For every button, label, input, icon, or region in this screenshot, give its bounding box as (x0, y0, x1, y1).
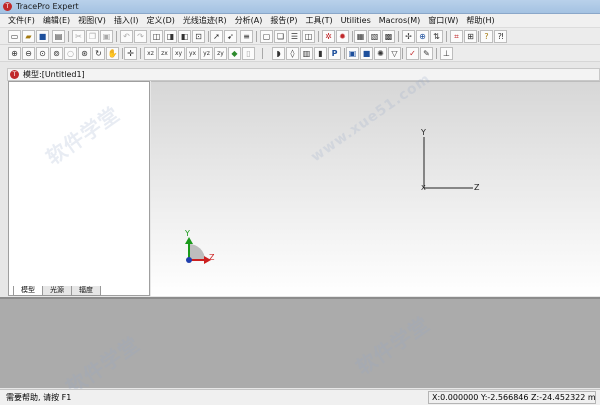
zoom-window-icon[interactable]: ⊙ (36, 47, 49, 60)
flux-report-icon[interactable]: ⊞ (464, 30, 477, 43)
insert-element-icon[interactable]: ◫ (150, 30, 163, 43)
select-arrow-icon[interactable]: ➚ (210, 30, 223, 43)
measure-icon[interactable]: ✎ (420, 47, 433, 60)
menu-view[interactable]: 视图(V) (74, 15, 110, 27)
menu-edit[interactable]: 编辑(E) (39, 15, 74, 27)
raytrace-icon[interactable]: ✲ (322, 30, 335, 43)
hidden-line-icon[interactable]: ▥ (300, 47, 313, 60)
triad-y-label: Y (184, 229, 190, 238)
rotate-icon[interactable]: ↻ (92, 47, 105, 60)
view-zx-icon[interactable]: zx (158, 47, 171, 60)
properties-icon[interactable]: ≡ (240, 30, 253, 43)
view-zy-icon[interactable]: zy (214, 47, 227, 60)
document-icon: T (10, 70, 19, 79)
menu-tools[interactable]: 工具(T) (301, 15, 336, 27)
menu-file[interactable]: 文件(F) (4, 15, 39, 27)
wireframe-icon[interactable]: ◊ (286, 47, 299, 60)
status-bar: 需要帮助, 请按 F1 X:0.000000 Y:-2.566846 Z:-24… (0, 389, 600, 405)
ray-sort-icon[interactable]: ⇅ (430, 30, 443, 43)
open-folder-icon[interactable]: ▰ (22, 30, 35, 43)
menu-define[interactable]: 定义(D) (142, 15, 178, 27)
cut-icon[interactable]: ✂ (72, 30, 85, 43)
view-iso-icon[interactable]: ◆ (228, 47, 241, 60)
main-toolbar: ▭ ▰ ■ ▤ ✂ ❐ ▣ ↶ ↷ ◫ ◨ ◧ ⊡ ➚ ➹ ≡ ▢ ❏ ☰ ◫ … (0, 28, 600, 45)
report-icon[interactable]: ⌗ (450, 30, 463, 43)
menu-insert[interactable]: 插入(I) (110, 15, 143, 27)
status-coordinates: X:0.000000 Y:-2.566846 Z:-24.452322 mm (428, 391, 596, 404)
zoom-out-icon[interactable]: ⊖ (22, 47, 35, 60)
zoom-all-icon[interactable]: ⊚ (50, 47, 63, 60)
document-title: 模型:[Untitled1] (23, 70, 85, 79)
menu-utilities[interactable]: Utilities (337, 15, 375, 27)
target-icon[interactable]: ⊕ (416, 30, 429, 43)
tile-vertical-icon[interactable]: ◫ (302, 30, 315, 43)
menu-window[interactable]: 窗口(W) (424, 15, 462, 27)
zoom-in-icon[interactable]: ⊕ (8, 47, 21, 60)
menu-bar: 文件(F) 编辑(E) 视图(V) 插入(I) 定义(D) 光线追迹(R) 分析… (0, 14, 600, 28)
view-xy-icon[interactable]: xy (172, 47, 185, 60)
zoom-previous-icon[interactable]: ○ (64, 47, 77, 60)
gear-render-icon[interactable]: ✺ (374, 47, 387, 60)
insert-surface-icon[interactable]: ◨ (164, 30, 177, 43)
cascade-window-icon[interactable]: ❏ (274, 30, 287, 43)
macro-record-icon[interactable]: ⊥ (440, 47, 453, 60)
menu-analysis[interactable]: 分析(A) (231, 15, 267, 27)
view-toolbar: ⊕ ⊖ ⊙ ⊚ ○ ⊛ ↻ ✋ ✛ xz zx xy yx yz zy ◆ ▯ … (0, 45, 600, 62)
tab-radiance[interactable]: 辐度 (71, 286, 101, 296)
menu-raytrace[interactable]: 光线追迹(R) (179, 15, 231, 27)
paste-icon[interactable]: ▣ (100, 30, 113, 43)
view-yx-icon[interactable]: yx (186, 47, 199, 60)
silhouette-icon[interactable]: ◗ (272, 47, 285, 60)
check-icon[interactable]: ✓ (406, 47, 419, 60)
pan-icon[interactable]: ✋ (106, 47, 119, 60)
render-icon[interactable]: ▣ (346, 47, 359, 60)
orientation-triad-icon: Y Z (184, 229, 215, 264)
view-yz-icon[interactable]: yz (200, 47, 213, 60)
zoom-selection-icon[interactable]: ⊛ (78, 47, 91, 60)
undo-icon[interactable]: ↶ (120, 30, 133, 43)
status-help-text: 需要帮助, 请按 F1 (6, 393, 72, 402)
candela-plot-icon[interactable]: ▧ (368, 30, 381, 43)
center-view-icon[interactable]: ✛ (124, 47, 137, 60)
insert-lens-icon[interactable]: ◧ (178, 30, 191, 43)
help-icon[interactable]: ? (480, 30, 493, 43)
single-window-icon[interactable]: ▢ (260, 30, 273, 43)
analysis-window-icon[interactable]: ▩ (382, 30, 395, 43)
perspective-icon[interactable]: P (328, 47, 341, 60)
redo-icon[interactable]: ↷ (134, 30, 147, 43)
view-xz-icon[interactable]: xz (144, 47, 157, 60)
window-title: TracePro Expert (16, 2, 79, 11)
copy-icon[interactable]: ❐ (86, 30, 99, 43)
gem-icon[interactable]: ▽ (388, 47, 401, 60)
triad-z-label: Z (209, 253, 215, 262)
menu-help[interactable]: 帮助(H) (462, 15, 498, 27)
tree-tab-bar: 模型 光源 辐度 (13, 286, 101, 296)
view-user-icon[interactable]: ▯ (242, 47, 255, 60)
x-axis-label: X (421, 184, 426, 192)
z-axis-label: Z (474, 183, 480, 192)
solid-render-icon[interactable]: ■ (360, 47, 373, 60)
tab-sources[interactable]: 光源 (42, 286, 72, 296)
menu-macros[interactable]: Macros(M) (375, 15, 425, 27)
smooth-shade-icon[interactable]: ▮ (314, 47, 327, 60)
title-bar: T TracePro Expert (0, 0, 600, 14)
irradiance-map-icon[interactable]: ▦ (354, 30, 367, 43)
print-icon[interactable]: ▤ (52, 30, 65, 43)
tab-model[interactable]: 模型 (13, 286, 43, 296)
source-icon[interactable]: ✹ (336, 30, 349, 43)
document-title-bar: T 模型:[Untitled1] (7, 68, 600, 81)
tile-horizontal-icon[interactable]: ☰ (288, 30, 301, 43)
incident-rays-icon[interactable]: ✢ (402, 30, 415, 43)
y-axis-label: Y (420, 128, 426, 137)
save-icon[interactable]: ■ (36, 30, 49, 43)
select-object-icon[interactable]: ➹ (224, 30, 237, 43)
app-logo-icon: T (3, 2, 12, 11)
insert-aperture-icon[interactable]: ⊡ (192, 30, 205, 43)
new-file-icon[interactable]: ▭ (8, 30, 21, 43)
context-help-icon[interactable]: ⁈ (494, 30, 507, 43)
model-tree-pane[interactable] (8, 81, 150, 296)
menu-reports[interactable]: 报告(P) (266, 15, 301, 27)
